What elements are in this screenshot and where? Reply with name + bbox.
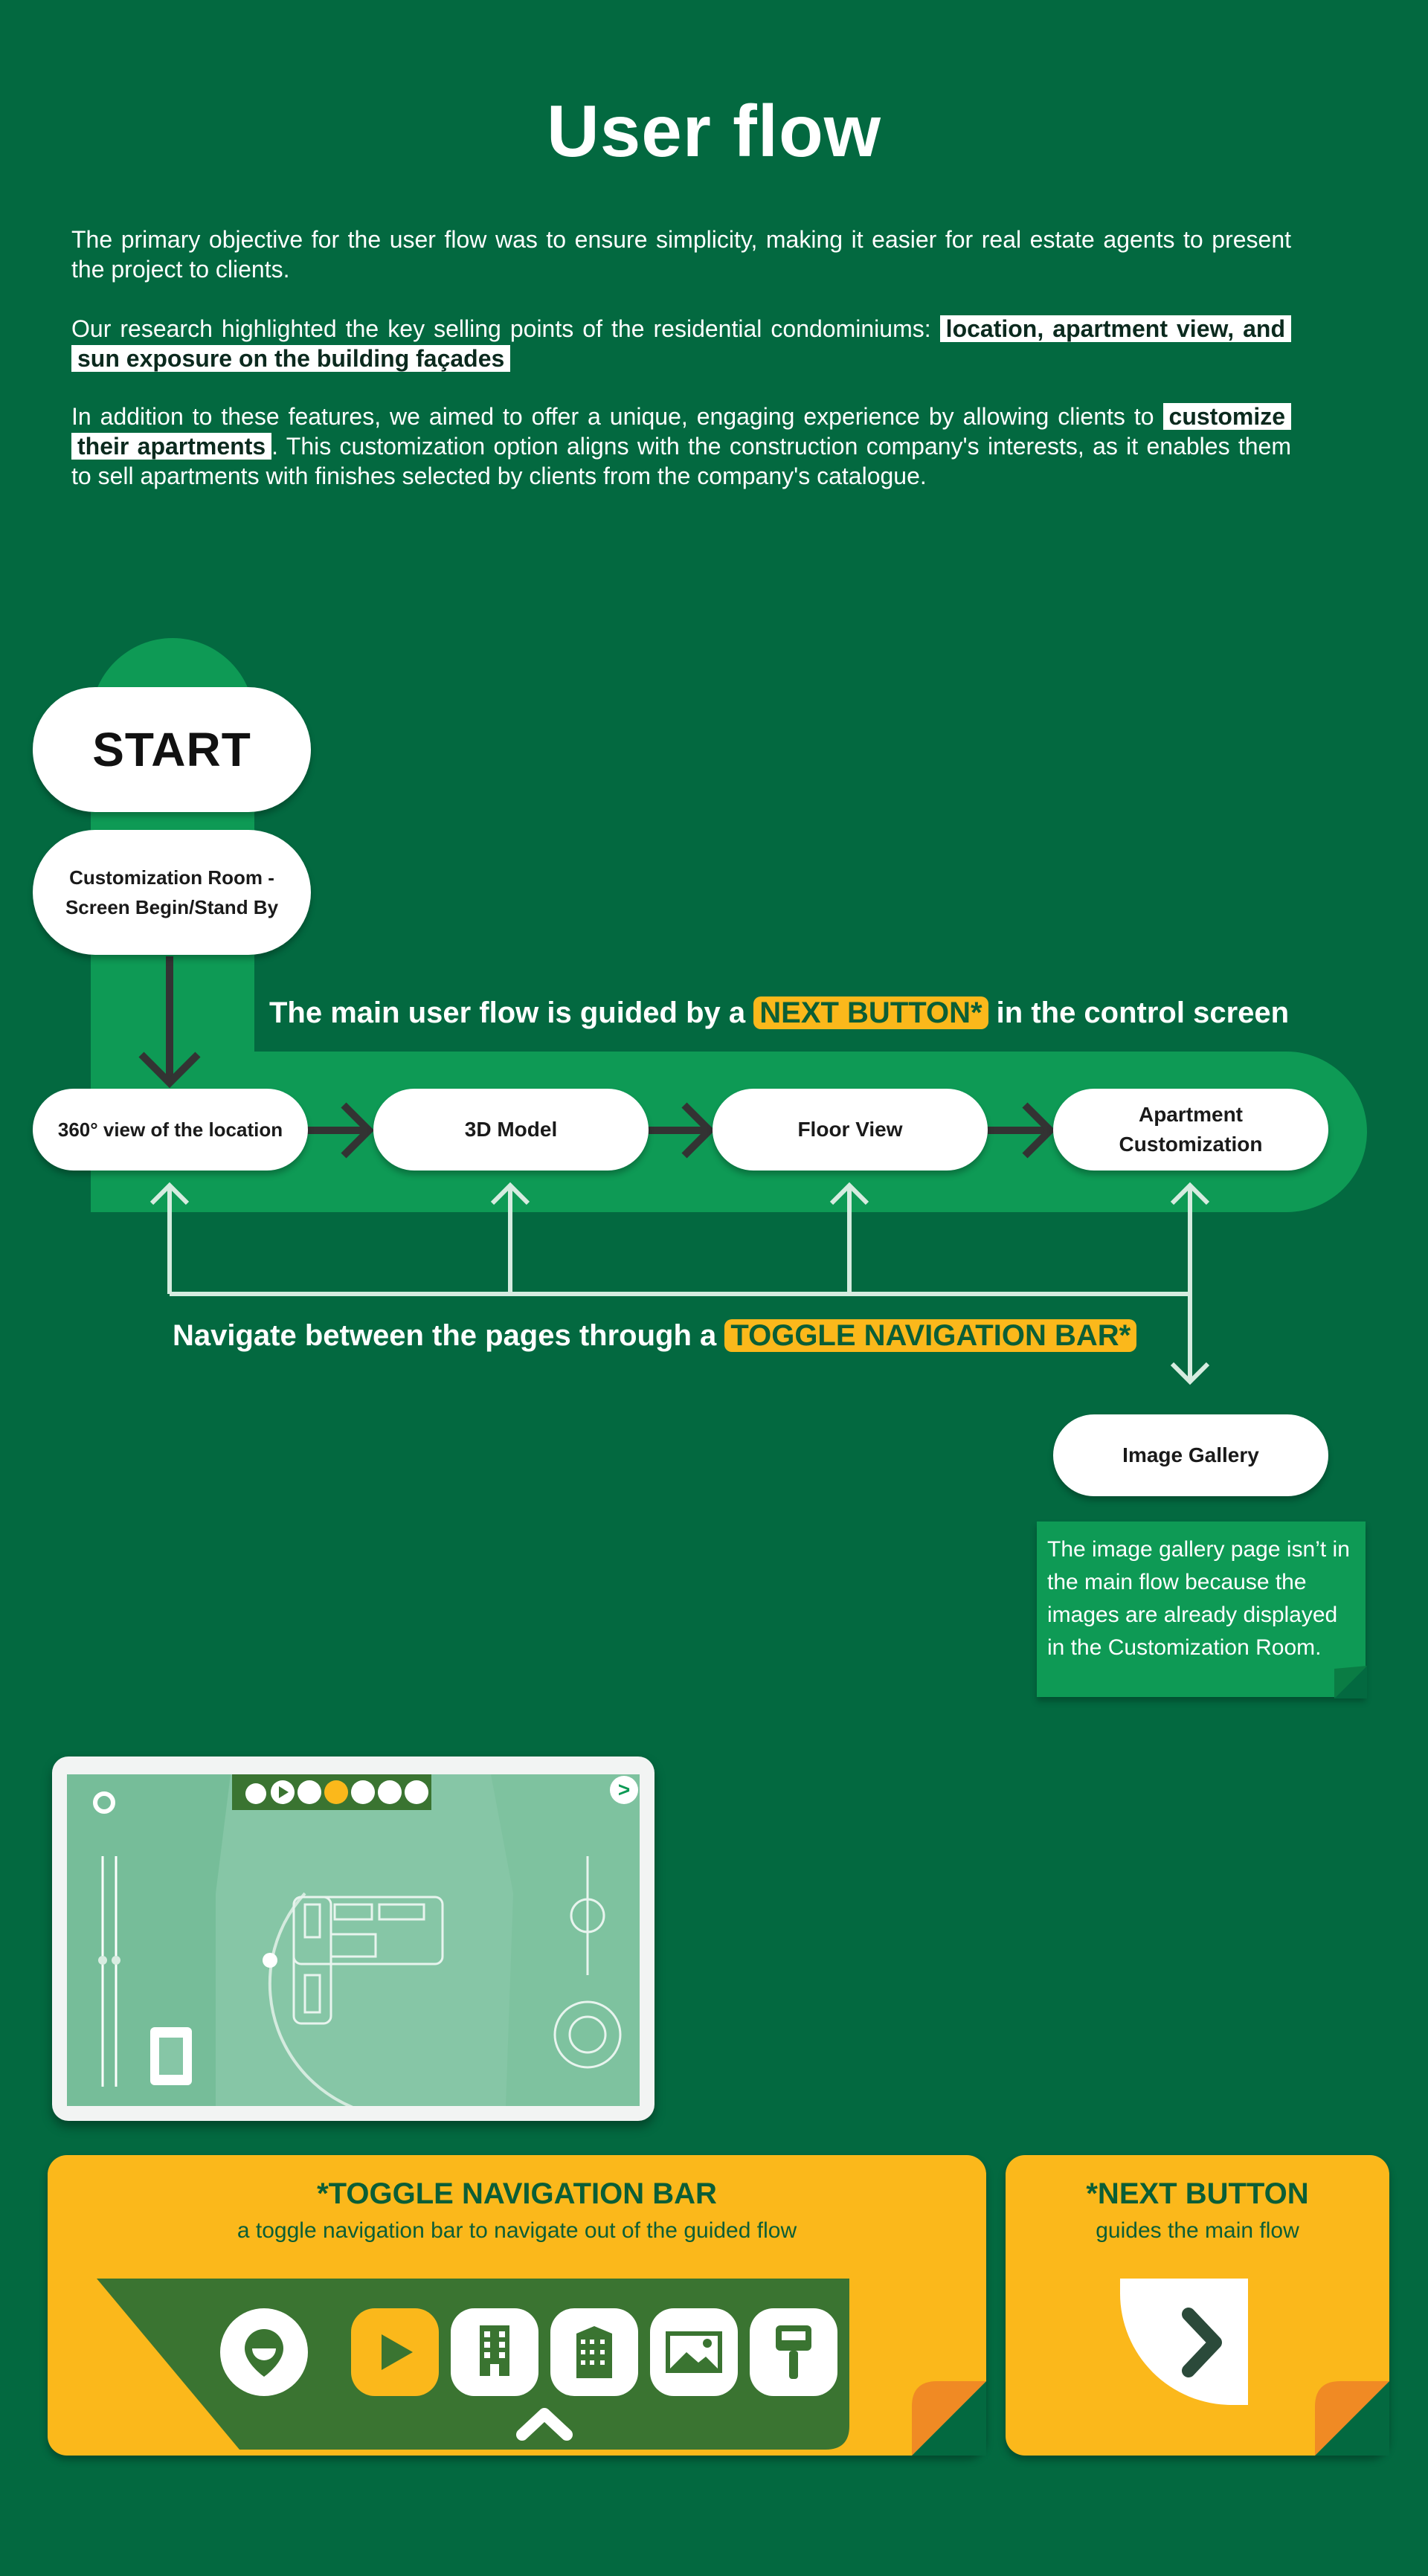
nav-caption: Navigate between the pages through a TOG… [173,1312,1214,1359]
building-3d-icon[interactable] [550,2308,638,2396]
next-button-subtitle: guides the main flow [1096,2218,1299,2243]
step-apartment-customization: Apartment Customization [1053,1089,1328,1171]
floor-plan-canvas [67,1774,640,2106]
step-3d-model: 3D Model [373,1089,649,1171]
step-360-view: 360° view of the location [33,1089,308,1171]
next-arrow-button[interactable]: > [610,1776,638,1804]
nav-caption-pre: Navigate between the pages through a [173,1319,717,1352]
next-card-corner-fold [1315,2381,1389,2456]
next-button-heading: *NEXT BUTTON [1086,2177,1309,2210]
next-button-sample[interactable] [1120,2279,1248,2405]
main-flow-caption-pre: The main user flow is guided by a [269,996,746,1029]
start-node: START [33,687,311,812]
standby-node: Customization Room - Screen Begin/Stand … [33,830,311,955]
next-button-label: NEXT BUTTON* [753,996,988,1029]
toggle-card-corner-fold [912,2381,986,2456]
note-fold-corner [1334,1666,1367,1698]
tablet-toolbar [232,1774,431,1810]
location-pin-icon[interactable] [220,2308,308,2396]
toggle-nav-subtitle: a toggle navigation bar to navigate out … [237,2218,797,2243]
rotate-icon [245,1783,266,1804]
landscape-image-icon[interactable] [650,2308,738,2396]
building-icon[interactable] [451,2308,538,2396]
main-flow-caption-post: in the control screen [996,996,1290,1029]
gallery-note: The image gallery page isn’t in the main… [1037,1522,1366,1697]
play-icon[interactable] [351,2308,439,2396]
step-floor-view: Floor View [713,1089,988,1171]
main-flow-caption: The main user flow is guided by a NEXT B… [269,989,1385,1037]
tablet-mockup: > [52,1756,654,2121]
toggle-nav-heading: *TOGGLE NAVIGATION BAR [317,2177,717,2210]
paint-roller-icon[interactable] [750,2308,837,2396]
tablet-screen: > [67,1774,640,2106]
image-gallery-node: Image Gallery [1053,1414,1328,1496]
toggle-nav-label: TOGGLE NAVIGATION BAR* [724,1319,1137,1352]
